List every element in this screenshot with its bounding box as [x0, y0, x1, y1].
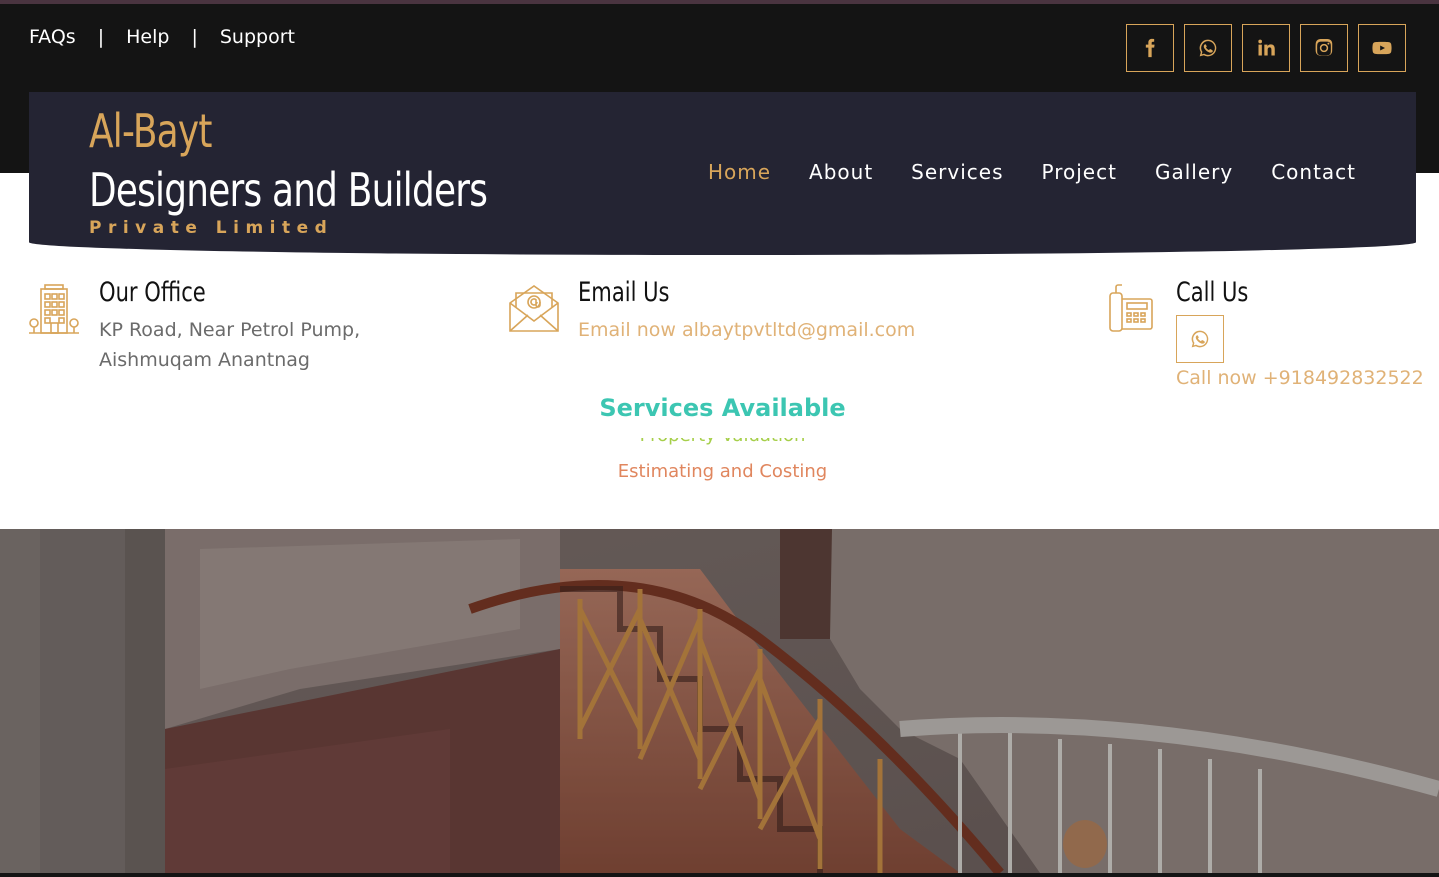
office-address-line2: Aishmuqam Anantnag [99, 349, 310, 371]
youtube-button[interactable] [1358, 24, 1406, 72]
office-address-line1: KP Road, Near Petrol Pump, [99, 319, 361, 341]
call-link[interactable]: Call now +918492832522 [1176, 363, 1424, 393]
youtube-icon [1372, 41, 1392, 55]
faqs-link[interactable]: FAQs [29, 26, 76, 48]
instagram-button[interactable] [1300, 24, 1348, 72]
link-separator: | [97, 26, 105, 48]
call-whatsapp-button[interactable] [1176, 315, 1224, 363]
office-title: Our Office [99, 277, 206, 308]
brand-tagline: Designers and Builders [89, 163, 488, 217]
nav-services[interactable]: Services [911, 160, 1003, 184]
bottom-line [0, 873, 1439, 877]
nav-gallery[interactable]: Gallery [1155, 160, 1233, 184]
social-links [1126, 24, 1406, 72]
brand-subtitle: Private Limited [89, 218, 334, 238]
link-separator: | [191, 26, 198, 48]
services-ticker: Property Valuation Estimating and Costin… [0, 438, 1439, 482]
ticker-item: Property Valuation [0, 438, 1439, 446]
email-title: Email Us [578, 277, 670, 308]
office-address: KP Road, Near Petrol Pump, Aishmuqam Ana… [99, 315, 360, 375]
instagram-icon [1315, 38, 1333, 56]
hero-image [0, 529, 1439, 873]
help-link[interactable]: Help [126, 26, 169, 48]
facebook-button[interactable] [1126, 24, 1174, 72]
telephone-icon [1109, 284, 1153, 332]
main-header: Al-Bayt Designers and Builders Private L… [29, 92, 1416, 255]
nav-about[interactable]: About [809, 160, 873, 184]
facebook-icon [1145, 38, 1155, 58]
nav-contact[interactable]: Contact [1271, 160, 1356, 184]
top-links: FAQs | Help | Support [29, 26, 295, 48]
linkedin-icon [1258, 39, 1275, 56]
ticker-item: Estimating and Costing [617, 461, 828, 482]
envelope-icon [509, 285, 559, 332]
main-nav: Home About Services Project Gallery Cont… [708, 160, 1356, 184]
brand-name: Al-Bayt [89, 104, 212, 158]
building-icon [29, 284, 79, 334]
services-title: Services Available [599, 394, 846, 422]
nav-project[interactable]: Project [1042, 160, 1117, 184]
nav-home[interactable]: Home [708, 160, 771, 184]
brand-logo[interactable]: Al-Bayt Designers and Builders Private L… [89, 100, 599, 238]
email-link[interactable]: Email now albaytpvtltd@gmail.com [578, 315, 915, 345]
whatsapp-icon [1199, 39, 1217, 57]
whatsapp-button[interactable] [1184, 24, 1232, 72]
linkedin-button[interactable] [1242, 24, 1290, 72]
hero-overlay [0, 529, 1439, 873]
call-title: Call Us [1176, 277, 1249, 308]
whatsapp-icon [1191, 330, 1209, 348]
support-link[interactable]: Support [220, 26, 295, 48]
